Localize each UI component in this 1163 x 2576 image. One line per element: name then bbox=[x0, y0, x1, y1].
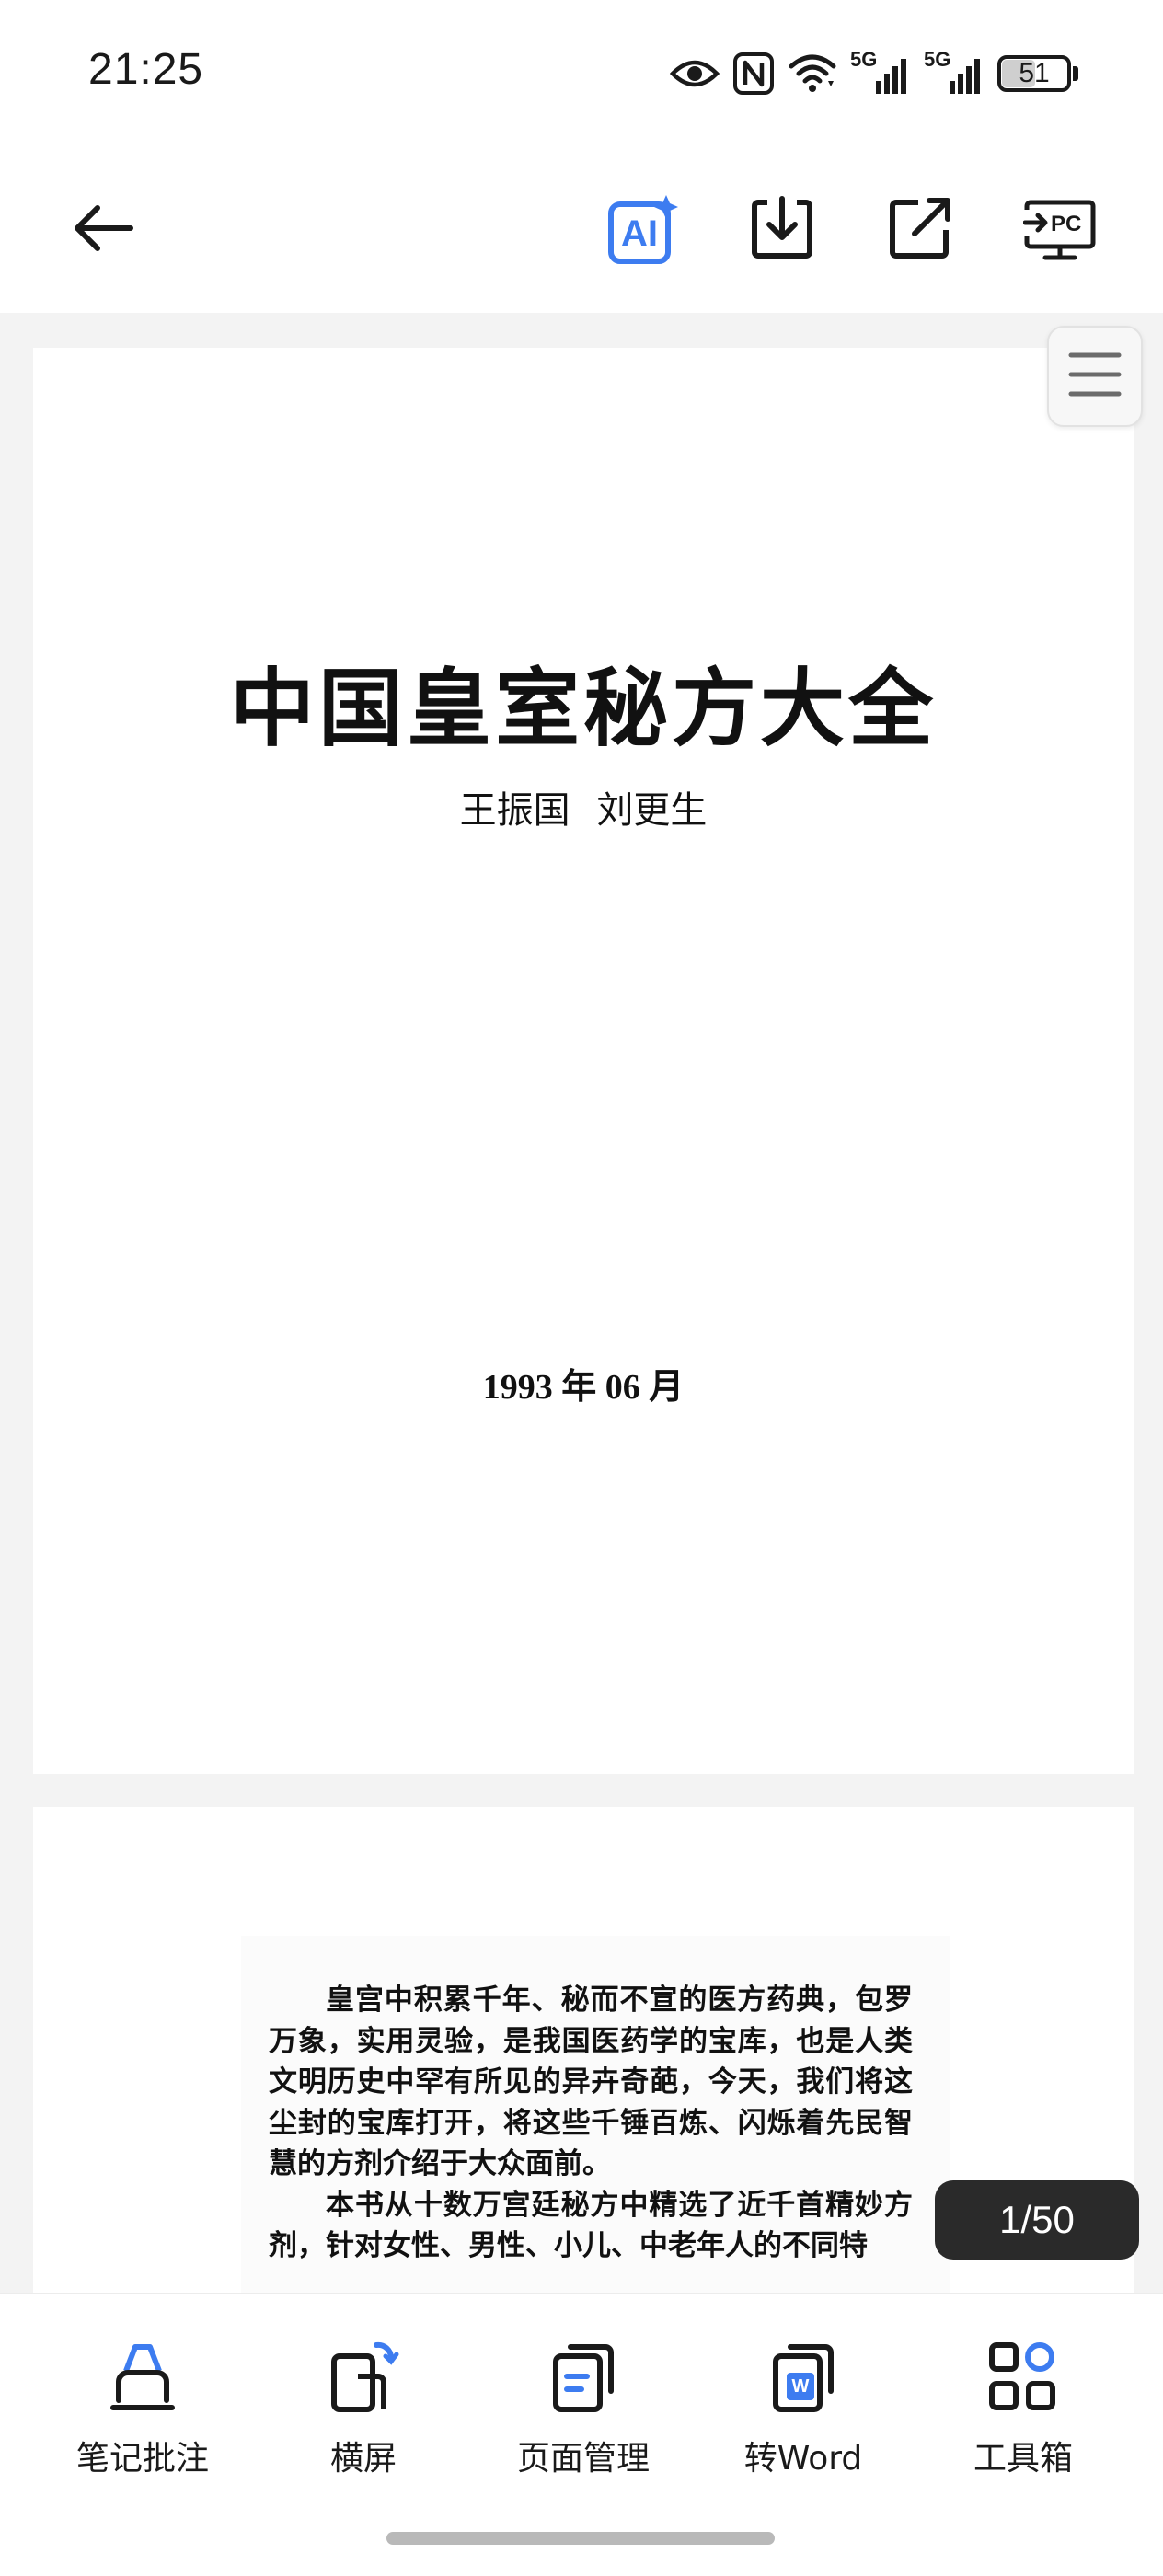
page-manage-icon bbox=[547, 2340, 620, 2413]
book-title: 中国皇室秘方大全 bbox=[229, 659, 937, 758]
page-manage-button[interactable]: 页面管理 bbox=[491, 2340, 675, 2478]
download-icon bbox=[749, 195, 815, 265]
battery-level-text: 51 bbox=[1019, 58, 1050, 88]
menu-lines-icon bbox=[1067, 350, 1123, 403]
share-button[interactable] bbox=[876, 186, 964, 274]
send-to-pc-icon: PC bbox=[1023, 193, 1097, 267]
back-button[interactable] bbox=[59, 186, 147, 274]
document-viewer[interactable]: 中国皇室秘方大全 王振国 刘更生 1993 年 06 月 皇宫中积累千年、秘而不… bbox=[0, 313, 1163, 2293]
signal-5g-icon: 5G bbox=[850, 48, 911, 96]
nfc-icon bbox=[732, 52, 775, 96]
ai-label: AI bbox=[621, 213, 658, 254]
bottom-item-label: 转Word bbox=[743, 2440, 863, 2478]
convert-to-word-button[interactable]: W 转Word bbox=[711, 2340, 895, 2478]
status-time: 21:25 bbox=[88, 45, 204, 94]
scanned-text: 皇宫中积累千年、秘而不宣的医方药典，包罗万象，实用灵验，是我国医药学的宝库，也是… bbox=[269, 1980, 913, 2267]
wifi-icon bbox=[788, 53, 837, 94]
battery-icon: 51 bbox=[997, 53, 1078, 94]
bottom-item-label: 工具箱 bbox=[973, 2440, 1073, 2478]
annotate-icon bbox=[106, 2340, 179, 2413]
status-icons: 5G 5G 51 bbox=[670, 46, 1078, 101]
eye-icon bbox=[670, 57, 720, 90]
scanned-text-block: 皇宫中积累千年、秘而不宣的医方药典，包罗万象，实用灵验，是我国医药学的宝库，也是… bbox=[241, 1936, 950, 2293]
page-indicator: 1/50 bbox=[935, 2180, 1139, 2260]
bottom-item-label: 横屏 bbox=[329, 2440, 397, 2478]
signal-5g-icon: 5G bbox=[924, 48, 985, 96]
ai-assistant-button[interactable]: AI bbox=[598, 186, 686, 274]
outline-button[interactable] bbox=[1047, 326, 1143, 427]
annotate-button[interactable]: 笔记批注 bbox=[51, 2340, 235, 2478]
back-arrow-icon bbox=[70, 201, 136, 259]
ai-icon: AI bbox=[605, 193, 679, 267]
rotate-screen-icon bbox=[327, 2340, 400, 2413]
download-button[interactable] bbox=[738, 186, 826, 274]
paragraph: 本书从十数万宫廷秘方中精选了近千首精妙方剂，针对女性、男性、小儿、中老年人的不同… bbox=[269, 2188, 913, 2263]
status-bar: 21:25 5G 5G 51 bbox=[0, 0, 1163, 147]
bottom-item-label: 页面管理 bbox=[516, 2440, 650, 2478]
home-indicator[interactable] bbox=[386, 2532, 775, 2545]
top-toolbar: AI PC bbox=[0, 147, 1163, 313]
share-icon bbox=[887, 195, 953, 265]
word-badge: W bbox=[791, 2376, 810, 2397]
to-word-icon: W bbox=[766, 2340, 840, 2413]
publication-date: 1993 年 06 月 bbox=[482, 1368, 685, 1407]
send-to-pc-button[interactable]: PC bbox=[1016, 186, 1104, 274]
document-page-1[interactable]: 中国皇室秘方大全 王振国 刘更生 1993 年 06 月 bbox=[33, 348, 1134, 1774]
toolbox-icon bbox=[986, 2340, 1060, 2413]
book-authors: 王振国 刘更生 bbox=[459, 789, 708, 832]
landscape-button[interactable]: 横屏 bbox=[271, 2340, 455, 2478]
paragraph: 皇宫中积累千年、秘而不宣的医方药典，包罗万象，实用灵验，是我国医药学的宝库，也是… bbox=[269, 1984, 913, 2180]
bottom-item-label: 笔记批注 bbox=[75, 2440, 209, 2478]
toolbox-button[interactable]: 工具箱 bbox=[931, 2340, 1115, 2478]
pc-label: PC bbox=[1051, 212, 1082, 236]
